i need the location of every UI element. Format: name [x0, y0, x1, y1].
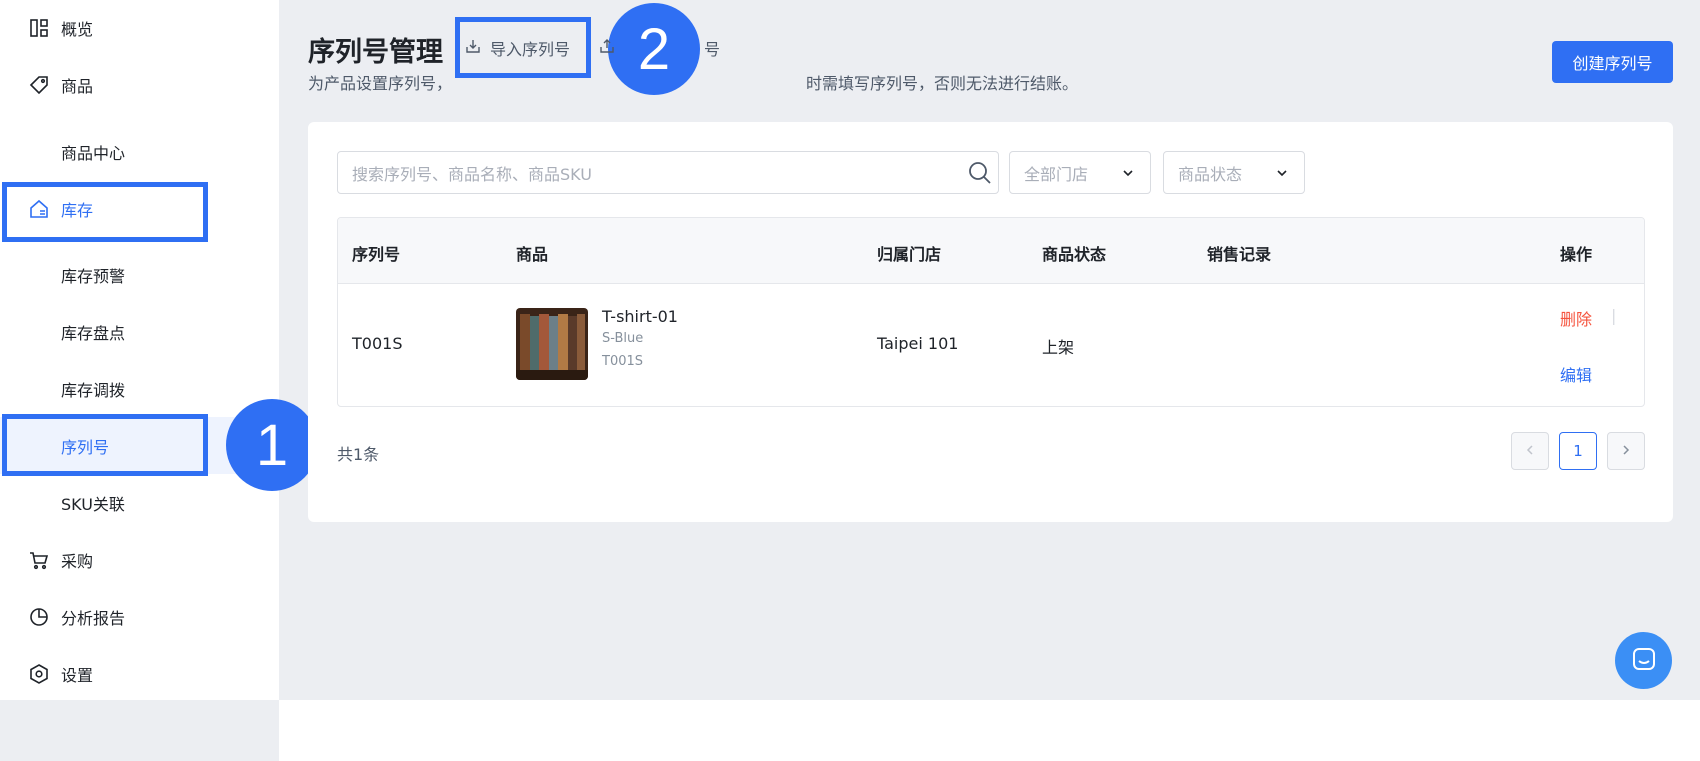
store-cell: Taipei 101	[877, 334, 959, 353]
export-serial-button[interactable]: 号	[599, 36, 720, 60]
table-header: 序列号 商品 归属门店 商品状态 销售记录 操作	[338, 218, 1644, 284]
settings-icon	[29, 664, 49, 684]
sidebar-item-stock-transfer[interactable]: 库存调拨	[0, 369, 279, 409]
serial-cell: T001S	[352, 334, 403, 353]
cart-icon	[29, 550, 49, 570]
search-placeholder: 搜索序列号、商品名称、商品SKU	[352, 164, 592, 184]
chevron-right-icon	[1620, 442, 1632, 460]
export-label: 号	[704, 40, 721, 59]
edit-link[interactable]: 编辑	[1560, 362, 1592, 386]
sidebar-item-product-center[interactable]: 商品中心	[0, 132, 279, 172]
sidebar-item-reports[interactable]: 分析报告	[0, 597, 279, 637]
sidebar-item-label: 库存盘点	[61, 324, 126, 343]
sidebar-item-label: 商品中心	[61, 144, 126, 163]
highlight-box-inventory	[2, 182, 208, 242]
column-header: 序列号	[352, 245, 401, 264]
sidebar-item-overview[interactable]: 概览	[0, 8, 279, 48]
column-header: 商品状态	[1042, 245, 1107, 264]
chevron-left-icon	[1524, 442, 1536, 460]
search-icon[interactable]	[968, 161, 992, 185]
page-subtitle: 为产品设置序列号， 时需填写序列号，否则无法进行结账。	[308, 70, 1078, 94]
sidebar-item-stocktake[interactable]: 库存盘点	[0, 312, 279, 352]
column-header: 操作	[1560, 245, 1593, 264]
sidebar-item-purchase[interactable]: 采购	[0, 540, 279, 580]
serial-table: 序列号 商品 归属门店 商品状态 销售记录 操作 T001S T-shirt-0…	[337, 217, 1645, 407]
column-header: 销售记录	[1207, 245, 1272, 264]
status-cell: 上架	[1042, 338, 1075, 357]
import-label: 导入序列号	[490, 40, 571, 59]
sidebar: 概览 商品 商品中心 库存 库存预警 库存盘点 库存调拨 序列号 SKU关联 采…	[0, 0, 279, 700]
highlight-box-serial-numbers	[2, 414, 208, 476]
product-thumbnail	[516, 308, 588, 380]
sidebar-item-label: 分析报告	[61, 609, 126, 628]
page-footer-area	[279, 700, 1700, 761]
tag-icon	[29, 75, 49, 95]
sidebar-item-sku-link[interactable]: SKU关联	[0, 483, 279, 523]
subtitle-part-a: 为产品设置序列号，	[308, 74, 453, 93]
action-divider: |	[1611, 306, 1617, 325]
sidebar-item-label: 设置	[61, 666, 94, 685]
sidebar-item-label: 库存预警	[61, 267, 126, 286]
chat-icon	[1630, 645, 1658, 677]
chevron-down-icon	[1274, 165, 1290, 181]
search-input[interactable]: 搜索序列号、商品名称、商品SKU	[337, 151, 999, 194]
page-title: 序列号管理	[308, 37, 443, 68]
column-header: 商品	[516, 245, 549, 264]
total-count: 共1条	[337, 445, 380, 464]
status-select[interactable]: 商品状态	[1163, 151, 1305, 194]
create-serial-button[interactable]: 创建序列号	[1552, 41, 1673, 83]
pie-chart-icon	[29, 607, 49, 627]
product-variant: S-Blue	[602, 331, 644, 346]
store-select-placeholder: 全部门店	[1024, 164, 1089, 184]
import-icon	[465, 38, 481, 58]
chat-support-button[interactable]	[1615, 632, 1672, 689]
prev-page-button[interactable]	[1511, 432, 1549, 470]
import-serial-button[interactable]: 导入序列号	[465, 36, 570, 60]
delete-link[interactable]: 删除	[1560, 306, 1592, 330]
sidebar-item-label: 概览	[61, 20, 94, 39]
sidebar-item-settings[interactable]: 设置	[0, 654, 279, 694]
sidebar-item-label: SKU关联	[61, 495, 125, 514]
sidebar-item-products[interactable]: 商品	[0, 65, 279, 105]
chevron-down-icon	[1120, 165, 1136, 181]
sidebar-item-label: 库存调拨	[61, 381, 126, 400]
sidebar-item-label: 采购	[61, 552, 94, 571]
page-button-current[interactable]: 1	[1559, 432, 1597, 470]
next-page-button[interactable]	[1607, 432, 1645, 470]
product-sku: T001S	[602, 354, 644, 369]
main-card: 搜索序列号、商品名称、商品SKU 全部门店 商品状态 序列号 商品 归属门店 商…	[308, 122, 1673, 522]
dashboard-icon	[29, 18, 49, 38]
store-select[interactable]: 全部门店	[1009, 151, 1151, 194]
column-header: 归属门店	[877, 245, 942, 264]
sidebar-item-stock-alert[interactable]: 库存预警	[0, 255, 279, 295]
status-select-placeholder: 商品状态	[1178, 164, 1243, 184]
export-icon	[599, 38, 615, 58]
subtitle-part-b: 时需填写序列号，否则无法进行结账。	[806, 74, 1079, 93]
sidebar-item-label: 商品	[61, 77, 94, 96]
annotation-badge-1: 1	[226, 399, 318, 491]
product-name: T-shirt-01	[602, 307, 678, 326]
